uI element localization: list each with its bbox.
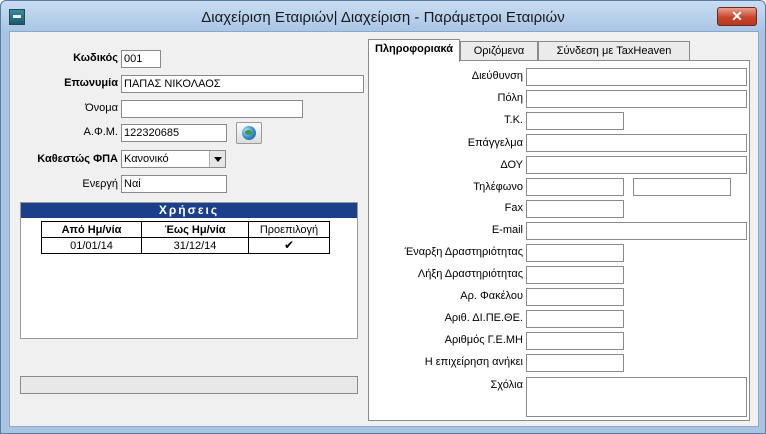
profession-label: Επάγγελμα <box>467 137 523 149</box>
email-label: E-mail <box>491 224 523 236</box>
window-title: Διαχείριση Εταιριών| Διαχείριση - Παράμε… <box>201 9 565 26</box>
start-date-field[interactable] <box>526 244 624 262</box>
start-date-label: Έναρξη Δραστηριότητας <box>404 246 523 258</box>
doy-field[interactable] <box>526 156 747 174</box>
column-header-to[interactable]: Έως Ημ/νία <box>141 221 249 238</box>
folder-field[interactable] <box>526 288 624 306</box>
belongs-label: Η επιχείρηση ανήκει <box>424 356 523 368</box>
end-date-label: Λήξη Δραστηριότητας <box>417 268 523 280</box>
doy-label: ΔΟΥ <box>500 159 523 171</box>
address-field[interactable] <box>526 68 747 86</box>
code-field[interactable]: 001 <box>121 50 161 68</box>
vat-selected-value: Κανονικό <box>124 153 169 165</box>
profession-field[interactable] <box>526 134 747 152</box>
gemi-field[interactable] <box>526 332 624 350</box>
end-date-field[interactable] <box>526 266 624 284</box>
city-field[interactable] <box>526 90 747 108</box>
name-label: Επωνυμία <box>64 77 118 89</box>
tab-information[interactable]: Πληροφοριακά <box>368 39 460 62</box>
vat-select[interactable]: Κανονικό <box>121 150 226 168</box>
column-header-from[interactable]: Από Ημ/νία <box>41 221 142 238</box>
chevron-down-icon[interactable] <box>209 151 225 167</box>
zip-label: Τ.Κ. <box>504 114 523 126</box>
name-field[interactable]: ΠΑΠΑΣ ΝΙΚΟΛΑΟΣ <box>121 75 364 93</box>
firstname-label: Όνομα <box>85 102 118 114</box>
firstname-field[interactable] <box>121 100 303 118</box>
information-panel: Διεύθυνση Πόλη Τ.Κ. Επάγγελμα ΔΟΥ Τηλέφω… <box>368 60 750 421</box>
afm-label: Α.Φ.Μ. <box>83 126 118 138</box>
fax-field[interactable] <box>526 200 624 218</box>
dipethe-label: Αριθ. ΔΙ.ΠΕ.ΘΕ. <box>444 312 523 324</box>
zip-field[interactable] <box>526 112 624 130</box>
cell-from[interactable]: 01/01/14 <box>41 237 142 254</box>
tab-custom[interactable]: Οριζόμενα <box>460 41 538 61</box>
close-button[interactable]: ✕ <box>717 7 757 26</box>
globe-icon <box>242 126 256 140</box>
gemi-label: Αριθμός Γ.Ε.ΜΗ <box>444 334 523 346</box>
fiscal-years-panel: Χρήσεις Από Ημ/νία Έως Ημ/νία Προεπιλογή… <box>20 202 358 339</box>
checkmark-icon: ✔ <box>283 238 295 252</box>
active-field[interactable]: Ναί <box>121 175 227 193</box>
comments-label: Σχόλια <box>490 379 524 391</box>
title-bar[interactable]: Διαχείριση Εταιριών| Διαχείριση - Παράμε… <box>1 1 765 31</box>
column-header-default[interactable]: Προεπιλογή <box>248 221 330 238</box>
fiscal-years-table: Από Ημ/νία Έως Ημ/νία Προεπιλογή 01/01/1… <box>41 221 330 254</box>
status-progress-bar <box>20 376 358 394</box>
dipethe-field[interactable] <box>526 310 624 328</box>
phone-label: Τηλέφωνο <box>473 181 523 193</box>
main-window: Διαχείριση Εταιριών| Διαχείριση - Παράμε… <box>0 0 766 434</box>
belongs-field[interactable] <box>526 354 624 372</box>
phone2-field[interactable] <box>633 178 731 196</box>
fiscal-years-title: Χρήσεις <box>21 203 357 218</box>
afm-field[interactable]: 122320685 <box>121 124 227 142</box>
code-label: Κωδικός <box>73 52 118 64</box>
email-field[interactable] <box>526 222 747 240</box>
city-label: Πόλη <box>497 92 523 104</box>
active-label: Ενεργή <box>82 178 118 190</box>
address-label: Διεύθυνση <box>471 70 523 82</box>
vat-label: Καθεστώς ΦΠΑ <box>37 153 118 165</box>
fax-label: Fax <box>504 202 523 214</box>
table-row[interactable]: 01/01/14 31/12/14 ✔ <box>41 237 330 254</box>
cell-default[interactable]: ✔ <box>248 237 330 254</box>
afm-lookup-button[interactable] <box>236 122 262 144</box>
cell-to[interactable]: 31/12/14 <box>141 237 249 254</box>
phone-field[interactable] <box>526 178 624 196</box>
folder-label: Αρ. Φακέλου <box>460 290 523 302</box>
comments-textarea[interactable] <box>526 377 747 417</box>
client-area: Κωδικός 001 Επωνυμία ΠΑΠΑΣ ΝΙΚΟΛΑΟΣ Όνομ… <box>9 31 759 427</box>
tab-taxheaven[interactable]: Σύνδεση με TaxHeaven <box>538 41 690 61</box>
